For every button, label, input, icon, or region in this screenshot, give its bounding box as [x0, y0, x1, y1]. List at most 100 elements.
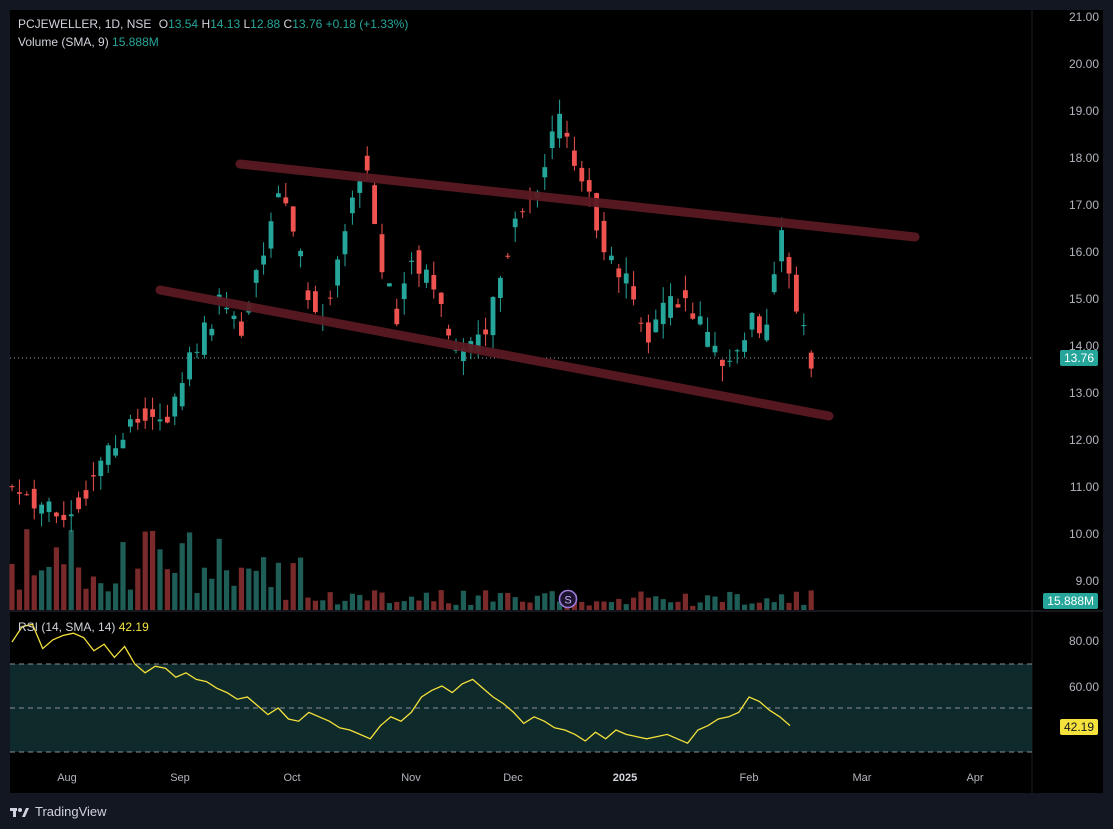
candle-body [172, 396, 178, 417]
volume-bar [357, 594, 363, 610]
tradingview-logo[interactable]: TradingView [10, 804, 107, 819]
volume-label[interactable]: Volume (SMA, 9) [18, 35, 109, 49]
volume-bar [631, 597, 637, 610]
volume-bar [283, 599, 289, 610]
volume-bar [520, 601, 526, 610]
volume-bar [542, 593, 548, 610]
volume-bar [16, 589, 22, 610]
close-value: 13.76 [292, 17, 323, 31]
symbol-line[interactable]: PCJEWELLER, 1D, NSE [18, 17, 151, 31]
volume-bar [801, 604, 807, 610]
high-value: 14.13 [210, 17, 241, 31]
candle-body [401, 283, 407, 300]
candle-body [416, 250, 422, 274]
candle-body [579, 167, 585, 182]
rsi-label[interactable]: RSI (14, SMA, 14) [18, 620, 115, 634]
volume-bar [68, 530, 74, 610]
candle-body [17, 492, 22, 494]
volume-bar [742, 604, 748, 610]
candle-body [564, 132, 570, 137]
y-tick: 17.00 [1068, 198, 1099, 212]
volume-bar [645, 597, 651, 610]
change-value: +0.18 (+1.33%) [325, 17, 409, 31]
volume-bar [187, 532, 193, 610]
chart-canvas[interactable]: S [0, 0, 1113, 829]
candle-body [379, 234, 385, 273]
candle-body [31, 488, 37, 509]
candle-body [276, 193, 281, 198]
volume-bar [127, 589, 133, 610]
candle-body [364, 155, 370, 171]
candle-body [749, 312, 755, 330]
x-tick: Mar [852, 772, 872, 784]
volume-bar [209, 578, 215, 610]
high-label: H [201, 17, 211, 31]
volume-bar [475, 595, 481, 610]
volume-bar [549, 591, 555, 610]
volume-bar [586, 605, 592, 610]
candle-body [305, 290, 311, 301]
y-tick: 9.00 [1075, 574, 1099, 588]
volume-bar [157, 549, 163, 610]
y-tick: 16.00 [1068, 245, 1099, 259]
y-tick: 11.00 [1069, 480, 1099, 494]
candle-body [557, 113, 562, 139]
last-price-tag: 13.76 [1059, 350, 1098, 366]
volume-bar [808, 590, 814, 610]
volume-bar [305, 597, 311, 610]
candle-body [409, 260, 414, 262]
tradingview-brand: TradingView [35, 804, 107, 819]
volume-bar [327, 592, 333, 610]
x-tick: Oct [283, 772, 301, 784]
volume-bar [31, 575, 37, 610]
volume-bar [61, 564, 67, 610]
candle-body [350, 197, 355, 214]
volume-bar [779, 594, 785, 610]
volume-bar [786, 602, 792, 610]
volume-bar [594, 601, 600, 610]
candle-body [549, 131, 555, 149]
volume-bar [253, 570, 259, 610]
volume-bar [90, 576, 96, 610]
x-tick: 2025 [612, 772, 638, 784]
open-label: O [158, 17, 169, 31]
volume-bar [534, 595, 540, 610]
candle-body [283, 197, 289, 204]
volume-bar [142, 531, 148, 610]
volume-bar [468, 604, 474, 610]
candle-body [239, 321, 244, 336]
volume-bar [616, 598, 622, 610]
y-tick: 20.00 [1068, 57, 1099, 71]
candle-body [505, 255, 511, 257]
candle-body [520, 211, 525, 213]
candle-body [712, 345, 718, 353]
candle-body [431, 275, 437, 290]
volume-bar [416, 600, 422, 610]
volume-legend: Volume (SMA, 9) 15.888M [18, 35, 159, 49]
volume-bar [364, 600, 370, 610]
volume-bar [675, 601, 681, 610]
candle-body [727, 360, 733, 362]
x-tick: Dec [503, 772, 523, 784]
volume-bar [749, 603, 755, 610]
volume-bar [238, 567, 244, 610]
candle-body [76, 497, 81, 510]
volume-bar [483, 590, 489, 610]
y-tick: 18.00 [1068, 151, 1099, 165]
candle-body [668, 296, 673, 318]
volume-bar [290, 563, 296, 610]
candle-body [542, 167, 548, 178]
candle-body [268, 221, 274, 249]
candle-body [483, 329, 488, 335]
candle-body [179, 383, 185, 407]
volume-bar [201, 567, 207, 610]
candle-body [290, 206, 296, 232]
candle-body [298, 250, 303, 257]
candle-body [46, 501, 52, 513]
volume-bar [771, 602, 777, 610]
volume-bar [349, 593, 355, 610]
volume-value: 15.888M [112, 35, 159, 49]
candle-body [653, 319, 659, 333]
candle-body [135, 418, 141, 423]
rsi-value: 42.19 [118, 620, 149, 634]
